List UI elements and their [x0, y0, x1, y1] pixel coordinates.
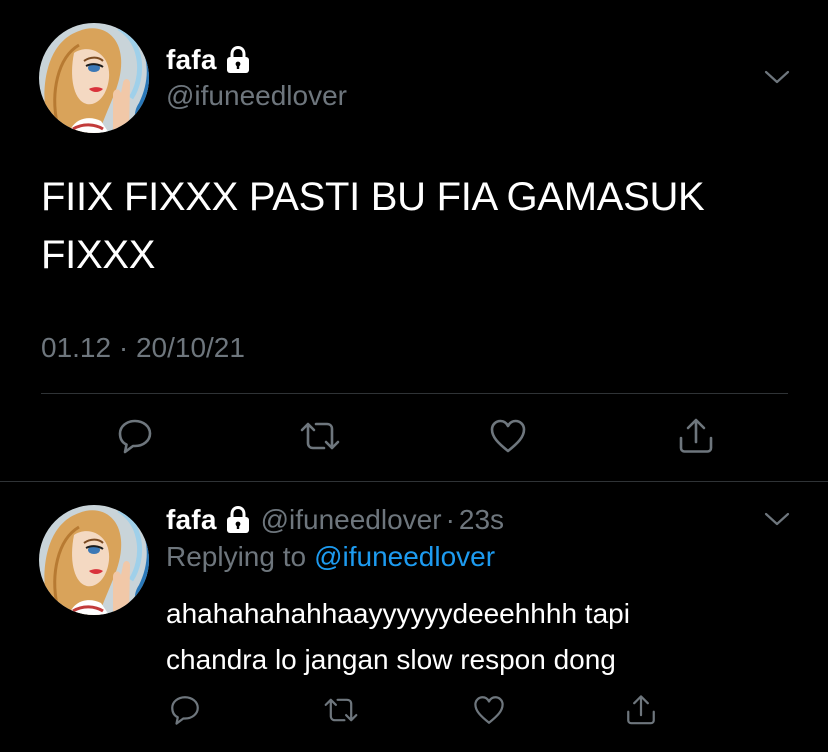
tweet-age[interactable]: 23s — [459, 504, 504, 536]
chevron-down-icon[interactable] — [762, 68, 792, 88]
display-name[interactable]: fafa — [166, 44, 217, 76]
chevron-down-icon[interactable] — [762, 510, 792, 530]
divider — [0, 481, 828, 482]
author-name-row[interactable]: fafa — [166, 40, 251, 80]
avatar-image — [39, 505, 149, 615]
separator-dot: · — [445, 504, 455, 535]
reply-header: fafa @ifuneedlover · 23s — [166, 501, 504, 539]
retweet-icon[interactable] — [300, 416, 340, 456]
avatar[interactable] — [39, 505, 149, 615]
tweet-text: ahahahahahhaayyyyyydeeehhhh tapi chandra… — [166, 591, 796, 683]
lock-icon — [225, 506, 251, 534]
avatar[interactable] — [39, 23, 149, 133]
reply-icon[interactable] — [115, 416, 155, 456]
tweet-timestamp[interactable]: 01.12 · 20/10/21 — [41, 332, 245, 364]
tweet-text-line: ahahahahahhaayyyyyydeeehhhh tapi — [166, 598, 630, 629]
tweet-text-line: FIXXX — [41, 233, 156, 277]
user-handle[interactable]: @ifuneedlover — [166, 80, 347, 112]
tweet-thread: fafa @ifuneedlover FIIX FIXXX PASTI BU F… — [0, 0, 828, 752]
like-icon[interactable] — [472, 693, 506, 727]
tweet-text: FIIX FIXXX PASTI BU FIA GAMASUK FIXXX — [41, 168, 801, 284]
retweet-icon[interactable] — [324, 693, 358, 727]
replying-to-label: Replying to — [166, 541, 307, 572]
share-icon[interactable] — [624, 693, 658, 727]
display-name[interactable]: fafa — [166, 504, 217, 536]
replying-to: Replying to @ifuneedlover — [166, 541, 495, 573]
avatar-image — [39, 23, 149, 133]
replying-to-link[interactable]: @ifuneedlover — [314, 541, 495, 572]
share-icon[interactable] — [676, 416, 716, 456]
main-tweet[interactable]: fafa @ifuneedlover FIIX FIXXX PASTI BU F… — [0, 0, 828, 482]
lock-icon — [225, 46, 251, 74]
tweet-text-line: FIIX FIXXX PASTI BU FIA GAMASUK — [41, 175, 705, 219]
tweet-text-line: chandra lo jangan slow respon dong — [166, 644, 616, 675]
divider — [41, 393, 788, 394]
like-icon[interactable] — [488, 416, 528, 456]
reply-icon[interactable] — [168, 693, 202, 727]
user-handle[interactable]: @ifuneedlover — [261, 504, 442, 536]
